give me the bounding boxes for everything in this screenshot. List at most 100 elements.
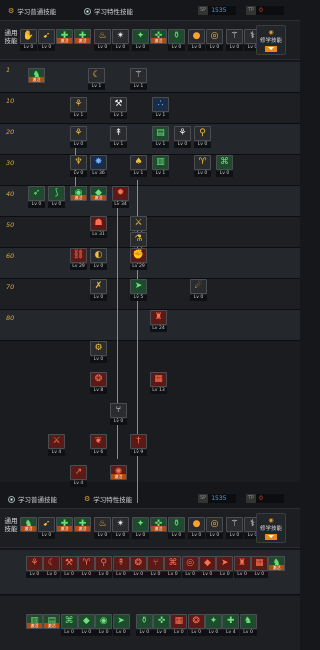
skill-slot[interactable]: ✚ 激活 xyxy=(56,29,73,51)
skill-slot[interactable]: ✜ Lv 0 xyxy=(153,614,171,636)
skill-slot[interactable]: ◎ Lv 0 xyxy=(206,29,223,51)
skill-slot[interactable]: ♞ 激活 xyxy=(20,517,37,539)
skill-slot[interactable]: † Lv 9 xyxy=(130,434,147,456)
skill-slot[interactable]: ● Lv 0 xyxy=(188,29,205,51)
skill-slot[interactable]: ✦ Lv 0 xyxy=(132,29,149,51)
skill-slot[interactable]: ♜ Lv 0 xyxy=(233,556,251,578)
skill-slot[interactable]: ⑂ Lv 0 xyxy=(147,556,165,578)
skill-slot[interactable]: ▥ 激活 xyxy=(26,614,43,636)
skill-slot[interactable]: ⚚ Lv 1 xyxy=(130,68,147,90)
skill-slot[interactable]: ✴ Lv 0 xyxy=(112,517,129,539)
skill-slot[interactable]: ⚲ Lv 0 xyxy=(194,126,211,148)
skill-slot[interactable]: ⚙ Lv 0 xyxy=(90,341,107,363)
skill-slot[interactable]: ✊ Lv 29 xyxy=(130,248,147,270)
skill-slot[interactable]: ↟ Lv 0 xyxy=(112,556,130,578)
level-requirement: 50 xyxy=(6,221,15,229)
tab-trait-skills-2[interactable]: ⚙ 学习特性技能 xyxy=(84,494,132,504)
skill-slot[interactable]: ⚘ Lv 1 xyxy=(70,97,87,119)
skill-slot[interactable]: ◆ 激活 xyxy=(90,186,107,208)
unlearn-skill-button-2[interactable]: ◉ 修学技能 xyxy=(256,513,286,543)
skill-slot[interactable]: ♞ 激活 xyxy=(268,556,286,578)
skill-slot[interactable]: ◉ Lv 0 xyxy=(95,614,113,636)
skill-slot[interactable]: ➹ Lv 0 xyxy=(38,29,55,51)
skill-slot[interactable]: ♨ Lv 0 xyxy=(94,517,111,539)
skill-slot[interactable]: ♆ Lv 0 xyxy=(70,155,87,177)
skill-slot[interactable]: ♈ Lv 0 xyxy=(194,155,211,177)
skill-slot[interactable]: ∴ Lv 1 xyxy=(152,97,169,119)
skill-slot[interactable]: ❂ Lv 0 xyxy=(187,614,205,636)
skill-slot[interactable]: ✚ 激活 xyxy=(74,29,91,51)
skill-slot[interactable]: ⚱ Lv 0 xyxy=(135,614,153,636)
skill-slot[interactable]: ⚘ Lv 0 xyxy=(26,556,43,578)
skill-slot[interactable]: ❂ Lv 0 xyxy=(129,556,147,578)
skill-slot[interactable]: ✦ Lv 0 xyxy=(205,614,222,636)
skill-slot[interactable]: ❦ Lv 6 xyxy=(90,434,107,456)
skill-slot[interactable]: ◉ 激活 xyxy=(70,186,87,208)
skill-slot[interactable]: ⚚ Lv 0 xyxy=(226,29,243,51)
skill-slot[interactable]: ✦ Lv 0 xyxy=(132,517,149,539)
skill-slot[interactable]: ♞ Lv 0 xyxy=(239,614,257,636)
skill-slot[interactable]: ⚱ Lv 0 xyxy=(168,517,185,539)
skill-slot[interactable]: ⌘ Lv 0 xyxy=(60,614,78,636)
skill-slot[interactable]: ❂ Lv 8 xyxy=(90,372,107,394)
skill-slot[interactable]: ⑂ Lv 0 xyxy=(110,403,127,425)
skill-slot[interactable]: ▦ Lv 0 xyxy=(250,556,268,578)
skill-slot[interactable]: ▥ Lv 1 xyxy=(152,155,169,177)
skill-slot[interactable]: ✋ Lv 0 xyxy=(20,29,37,51)
skill-slot[interactable]: ▦ Lv 13 xyxy=(150,372,167,394)
skill-slot[interactable]: ✸ Lv 36 xyxy=(90,155,107,177)
skill-slot[interactable]: ✚ Lv 4 xyxy=(222,614,240,636)
skill-slot[interactable]: ⚘ Lv 0 xyxy=(70,126,87,148)
skill-slot[interactable]: ☾ Lv 0 xyxy=(43,556,61,578)
skill-slot[interactable]: ▦ Lv 0 xyxy=(170,614,188,636)
skill-slot[interactable]: ⌘ Lv 0 xyxy=(164,556,182,578)
skill-slot[interactable]: ☄ Lv 0 xyxy=(190,279,207,301)
skill-slot[interactable]: ♈ Lv 0 xyxy=(77,556,95,578)
skill-slot[interactable]: ▤ 激活 xyxy=(43,614,61,636)
skill-slot[interactable]: ⚚ Lv 0 xyxy=(226,517,243,539)
skill-slot[interactable]: ♨ Lv 0 xyxy=(94,29,111,51)
skill-slot[interactable]: ✺ 激活 xyxy=(110,465,127,487)
skill-slot[interactable]: ◆ Lv 0 xyxy=(199,556,216,578)
skill-slot[interactable]: ☾ Lv 1 xyxy=(88,68,105,90)
skill-slot[interactable]: ♞ 激活 xyxy=(28,68,45,90)
unlearn-skill-button[interactable]: ◉ 修学技能 xyxy=(256,25,286,55)
skill-slot[interactable]: ▤ Lv 1 xyxy=(152,126,169,148)
skill-slot[interactable]: ⚔ Lv 4 xyxy=(48,434,65,456)
skill-slot[interactable]: ↟ Lv 1 xyxy=(110,126,127,148)
skill-slot[interactable]: ➤ Lv 0 xyxy=(112,614,130,636)
skill-slot[interactable]: ✜ 激活 xyxy=(150,29,167,51)
skill-slot[interactable]: ◐ Lv 0 xyxy=(90,248,107,270)
skill-slot[interactable]: ➶ Lv 0 xyxy=(28,186,45,208)
skill-slot[interactable]: ⚲ Lv 0 xyxy=(95,556,113,578)
skill-slot[interactable]: ✚ 激活 xyxy=(74,517,91,539)
skill-slot[interactable]: ⟆ Lv 0 xyxy=(48,186,65,208)
skill-slot[interactable]: ✗ Lv 0 xyxy=(90,279,107,301)
skill-slot[interactable]: ☗ Lv 31 xyxy=(90,216,107,238)
skill-slot[interactable]: ✹ Lv 34 xyxy=(112,186,129,208)
skill-slot[interactable]: ✜ 激活 xyxy=(150,517,167,539)
skill-slot[interactable]: ⚘ Lv 0 xyxy=(174,126,191,148)
tab-trait-skills[interactable]: 学习特性技能 xyxy=(84,6,133,16)
green-buff-icon: ✚ 激活 xyxy=(56,29,73,44)
skill-slot[interactable]: ⚒ Lv 1 xyxy=(110,97,127,119)
skill-slot[interactable]: ↗ Lv 4 xyxy=(70,465,87,487)
skill-slot[interactable]: ● Lv 0 xyxy=(188,517,205,539)
skill-slot[interactable]: ➤ Lv 0 xyxy=(216,556,234,578)
skill-slot[interactable]: ➤ Lv 5 xyxy=(130,279,147,301)
tab-normal-skills[interactable]: ⚙ 学习普通技能 xyxy=(8,6,56,16)
skill-slot[interactable]: ♠ Lv 1 xyxy=(130,155,147,177)
skill-slot[interactable]: ◎ Lv 0 xyxy=(206,517,223,539)
skill-slot[interactable]: ◆ Lv 0 xyxy=(77,614,95,636)
skill-slot[interactable]: ⌘ Lv 0 xyxy=(216,155,233,177)
skill-slot[interactable]: ⚒ Lv 0 xyxy=(60,556,78,578)
skill-slot[interactable]: ⚱ Lv 0 xyxy=(168,29,185,51)
tab-normal-skills-2[interactable]: 学习普通技能 xyxy=(8,494,57,504)
skill-slot[interactable]: ⛓ Lv 29 xyxy=(70,248,87,270)
skill-slot[interactable]: ✚ 激活 xyxy=(56,517,73,539)
skill-slot[interactable]: ♜ Lv 24 xyxy=(150,310,167,332)
skill-slot[interactable]: ✴ Lv 0 xyxy=(112,29,129,51)
skill-slot[interactable]: ➹ Lv 0 xyxy=(38,517,55,539)
green-pot-icon: ⚱ xyxy=(135,614,153,629)
skill-slot[interactable]: ◎ Lv 0 xyxy=(181,556,199,578)
